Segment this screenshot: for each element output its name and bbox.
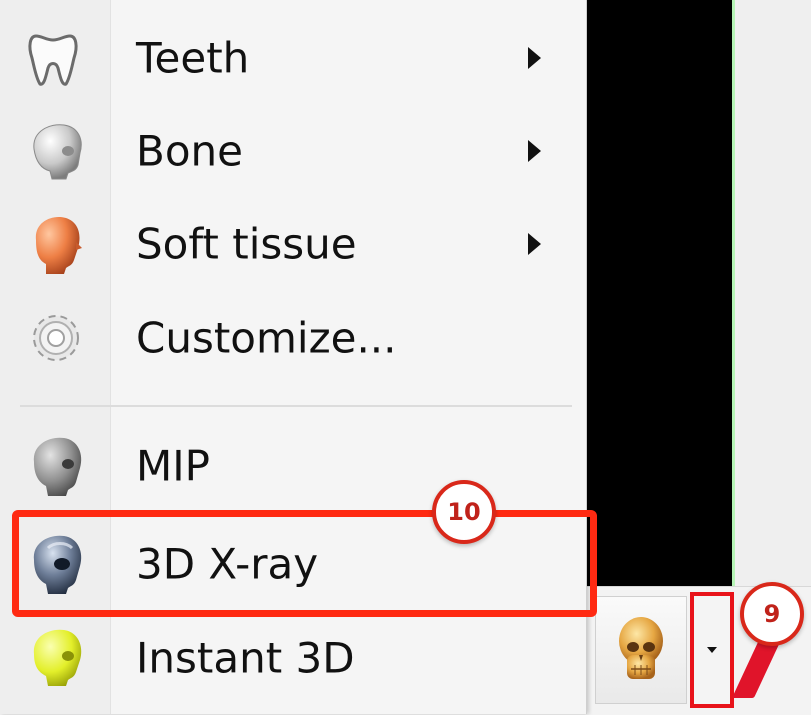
skull-icon xyxy=(619,617,663,679)
gear-icon xyxy=(33,315,79,361)
mip-head-icon xyxy=(33,437,82,496)
instant-3d-skull-icon xyxy=(33,629,82,686)
render-mode-button[interactable] xyxy=(595,596,687,704)
submenu-arrow-icon xyxy=(528,47,541,69)
chevron-down-icon xyxy=(707,647,717,653)
menu-item-soft-tissue[interactable]: Soft tissue xyxy=(0,198,586,290)
highlight-box-3d-xray xyxy=(12,510,597,617)
3d-viewport[interactable] xyxy=(585,0,735,586)
menu-item-customize[interactable]: Customize... xyxy=(0,292,586,384)
side-panel xyxy=(738,0,811,586)
menu-item-label: Instant 3D xyxy=(136,633,355,683)
menu-item-bone[interactable]: Bone xyxy=(0,105,586,197)
menu-separator xyxy=(20,405,572,407)
callout-badge-9: 9 xyxy=(740,582,804,646)
menu-item-label: Teeth xyxy=(136,33,250,83)
menu-item-label: Bone xyxy=(136,126,243,176)
menu-item-teeth[interactable]: Teeth xyxy=(0,12,586,104)
menu-item-label: Customize... xyxy=(136,313,397,363)
menu-item-label: MIP xyxy=(136,441,210,491)
skull-bone-icon xyxy=(33,124,82,180)
menu-item-label: Soft tissue xyxy=(136,219,357,269)
submenu-arrow-icon xyxy=(528,140,541,162)
soft-tissue-head-icon xyxy=(35,216,82,274)
menu-item-instant-3d[interactable]: Instant 3D xyxy=(0,612,586,704)
callout-badge-10: 10 xyxy=(432,480,496,544)
tooth-icon xyxy=(28,34,78,86)
render-mode-dropdown-button[interactable] xyxy=(690,592,734,708)
submenu-arrow-icon xyxy=(528,233,541,255)
menu-item-mip[interactable]: MIP xyxy=(0,420,586,512)
